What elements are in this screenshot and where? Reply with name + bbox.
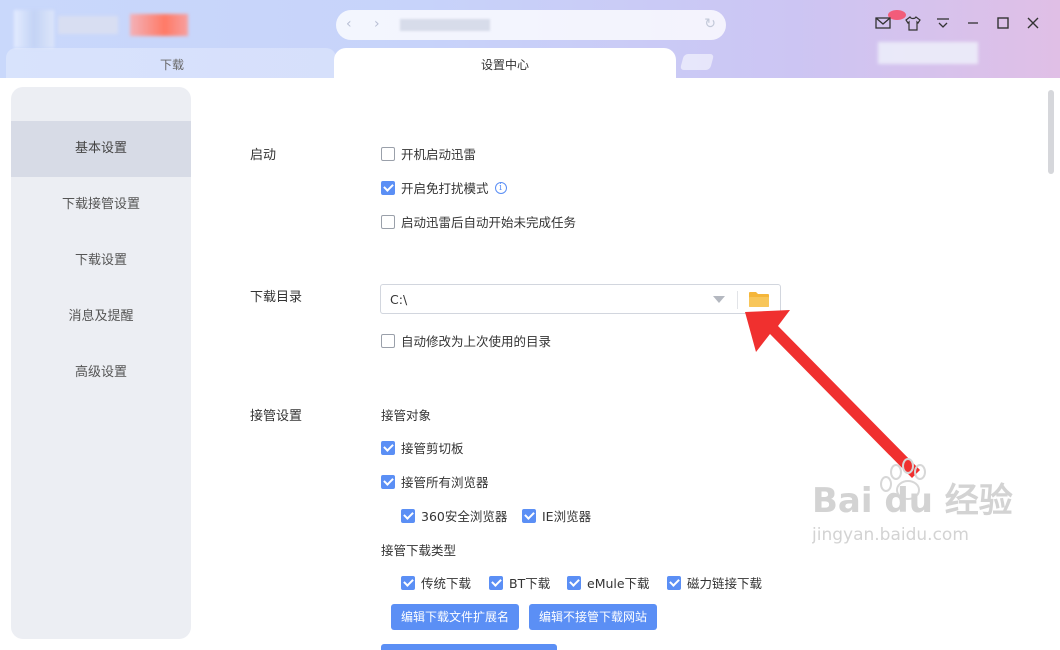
tab-download-label: 下载 — [160, 58, 185, 72]
address-text-blurred — [400, 19, 490, 31]
tab-settings-center[interactable]: 设置中心 — [334, 48, 676, 78]
startup-section-title: 启动 — [250, 148, 277, 163]
type-bt-option[interactable]: BT下载 — [489, 573, 550, 592]
type-magnet-option[interactable]: 磁力链接下载 — [667, 573, 762, 592]
chevron-down-icon[interactable] — [713, 296, 725, 303]
browser-ie-label: IE浏览器 — [542, 509, 592, 524]
edit-extensions-button[interactable]: 编辑下载文件扩展名 — [391, 604, 519, 630]
browser-ie-checkbox[interactable] — [522, 508, 536, 523]
menu-dropdown-icon[interactable] — [934, 14, 952, 32]
auto-resume-label: 启动迅雷后自动开始未完成任务 — [401, 215, 577, 230]
edit-excluded-sites-button[interactable]: 编辑不接管下载网站 — [529, 604, 657, 630]
sidebar-item-notifications[interactable]: 消息及提醒 — [11, 289, 191, 345]
forward-icon[interactable]: › — [374, 16, 380, 32]
browser-360-option[interactable]: 360安全浏览器 — [401, 506, 507, 525]
title-bar: ‹ › ↻ 下载 设置中心 — [0, 0, 1060, 78]
download-dir-select[interactable]: C:\ — [380, 284, 781, 314]
sidebar-item-download[interactable]: 下载设置 — [11, 233, 191, 289]
divider — [737, 291, 738, 309]
auto-resume-option[interactable]: 启动迅雷后自动开始未完成任务 — [381, 212, 576, 231]
dnd-mode-checkbox[interactable] — [381, 180, 395, 195]
startup-autostart-option[interactable]: 开机启动迅雷 — [381, 144, 476, 163]
skin-shirt-icon[interactable] — [904, 14, 922, 32]
maximize-icon[interactable] — [994, 14, 1012, 32]
takeover-types-label: 接管下载类型 — [381, 543, 457, 558]
type-bt-label: BT下载 — [509, 576, 551, 591]
auto-change-dir-option[interactable]: 自动修改为上次使用的目录 — [381, 331, 551, 350]
sidebar-item-advanced[interactable]: 高级设置 — [11, 345, 191, 401]
startup-autostart-label: 开机启动迅雷 — [401, 147, 477, 162]
type-bt-checkbox[interactable] — [489, 575, 503, 590]
browser-360-label: 360安全浏览器 — [421, 509, 508, 524]
dnd-mode-option[interactable]: 开启免打扰模式 i — [381, 178, 507, 197]
back-icon[interactable]: ‹ — [346, 16, 352, 32]
type-traditional-checkbox[interactable] — [401, 575, 415, 590]
sidebar-item-basic[interactable]: 基本设置 — [11, 121, 191, 177]
download-dir-value: C:\ — [390, 292, 408, 307]
browser-360-checkbox[interactable] — [401, 508, 415, 523]
settings-sidebar: 基本设置 下载接管设置 下载设置 消息及提醒 高级设置 — [11, 87, 191, 639]
download-dir-section-title: 下载目录 — [250, 290, 303, 305]
takeover-all-browsers-checkbox[interactable] — [381, 474, 395, 489]
tab-settings-center-label: 设置中心 — [480, 58, 529, 72]
watermark-url: jingyan.baidu.com — [812, 525, 969, 545]
takeover-clipboard-checkbox[interactable] — [381, 440, 395, 455]
type-emule-checkbox[interactable] — [567, 575, 581, 590]
auto-resume-checkbox[interactable] — [381, 214, 395, 229]
takeover-section-title: 接管设置 — [250, 409, 303, 424]
address-bar[interactable]: ‹ › ↻ — [336, 10, 726, 40]
takeover-all-browsers-label: 接管所有浏览器 — [401, 475, 489, 490]
sidebar-item-takeover[interactable]: 下载接管设置 — [11, 177, 191, 233]
browser-ie-option[interactable]: IE浏览器 — [522, 506, 591, 525]
mail-icon[interactable] — [874, 14, 892, 32]
user-info-blurred[interactable] — [878, 42, 978, 64]
folder-icon[interactable] — [748, 291, 770, 308]
minimize-icon[interactable] — [964, 14, 982, 32]
app-logo-blurred — [14, 10, 54, 48]
type-magnet-checkbox[interactable] — [667, 575, 681, 590]
type-emule-option[interactable]: eMule下载 — [567, 573, 650, 592]
baidu-jingyan-watermark: jingyan.baidu.com Bai du 经验 — [812, 458, 1013, 545]
app-name-blurred — [58, 16, 118, 34]
auto-change-dir-checkbox[interactable] — [381, 333, 395, 348]
type-emule-label: eMule下载 — [587, 576, 650, 591]
settings-page: 基本设置 下载接管设置 下载设置 消息及提醒 高级设置 启动 开机启动迅雷 开启… — [0, 78, 1060, 650]
watermark-brand: Bai du 经验 — [812, 481, 1013, 521]
type-traditional-option[interactable]: 传统下载 — [401, 573, 471, 592]
takeover-clipboard-option[interactable]: 接管剪切板 — [381, 438, 464, 457]
startup-autostart-checkbox[interactable] — [381, 146, 395, 161]
refresh-icon[interactable]: ↻ — [704, 16, 716, 32]
takeover-all-browsers-option[interactable]: 接管所有浏览器 — [381, 472, 489, 491]
close-icon[interactable] — [1024, 14, 1042, 32]
type-magnet-label: 磁力链接下载 — [687, 576, 763, 591]
info-icon[interactable]: i — [494, 181, 507, 194]
scrollbar-thumb[interactable] — [1048, 90, 1054, 174]
type-traditional-label: 传统下载 — [421, 576, 472, 591]
new-tab-button[interactable] — [679, 54, 715, 70]
window-controls — [874, 14, 1042, 32]
dnd-mode-label: 开启免打扰模式 — [401, 181, 489, 196]
takeover-objects-label: 接管对象 — [381, 408, 432, 423]
promo-badge-blurred[interactable] — [130, 14, 188, 36]
partially-visible-button[interactable] — [381, 644, 557, 650]
auto-change-dir-label: 自动修改为上次使用的目录 — [401, 334, 552, 349]
takeover-clipboard-label: 接管剪切板 — [401, 441, 464, 456]
